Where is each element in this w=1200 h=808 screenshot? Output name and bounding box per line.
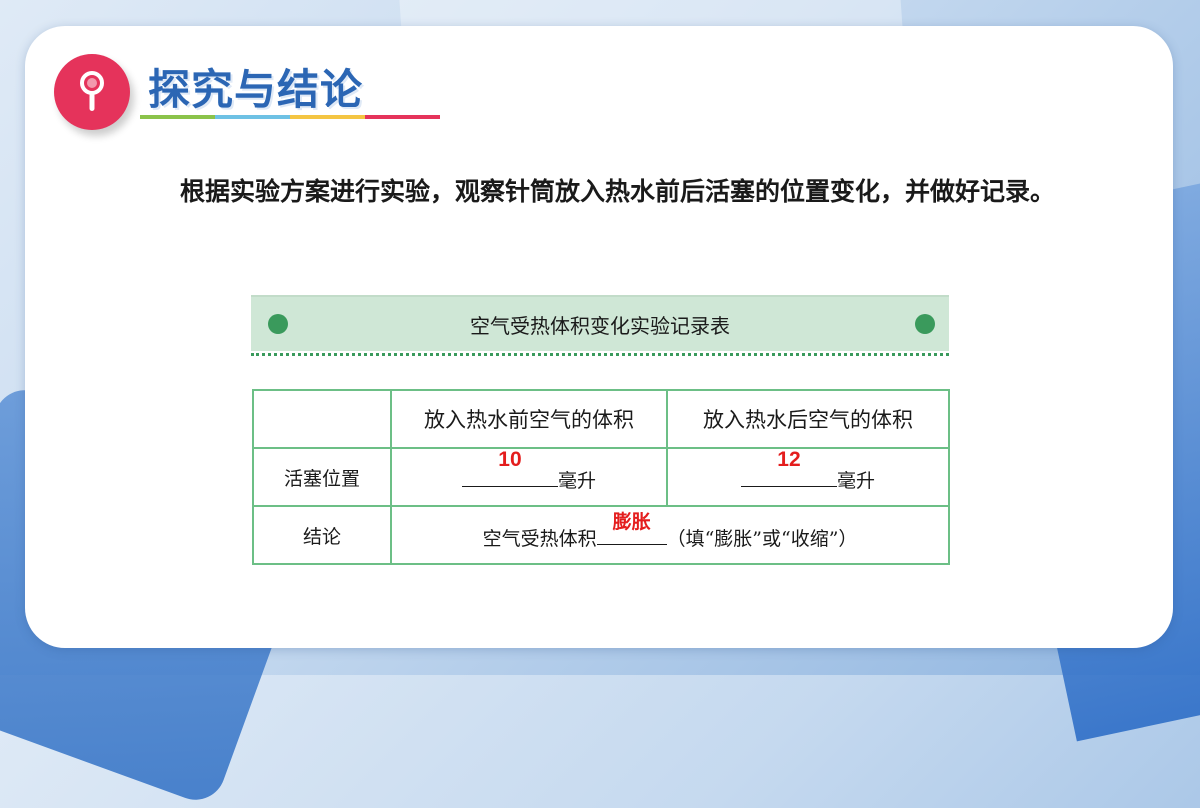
table-row: 活塞位置 10 毫升 12 毫升	[252, 447, 950, 507]
table-row: 结论 空气受热体积 膨胀 （填“膨胀”或“收缩”）	[252, 505, 950, 565]
table-caption-bar: 空气受热体积变化实验记录表	[251, 295, 949, 351]
col-header-after: 放入热水后空气的体积	[666, 389, 950, 449]
col-header-before: 放入热水前空气的体积	[390, 389, 668, 449]
conclusion-hint: （填“膨胀”或“收缩”）	[666, 527, 858, 550]
bullet-dot-icon	[915, 314, 935, 334]
record-table: 放入热水前空气的体积 放入热水后空气的体积 活塞位置 10 毫升 12 毫升 结论 …	[252, 389, 950, 565]
before-value: 10	[498, 447, 522, 471]
instruction-paragraph: 根据实验方案进行实验，观察针筒放入热水前后活塞的位置变化，并做好记录。	[180, 177, 1056, 206]
unit-label: 毫升	[836, 469, 875, 492]
conclusion-prefix: 空气受热体积	[482, 527, 597, 550]
table-row: 放入热水前空气的体积 放入热水后空气的体积	[252, 389, 950, 449]
dotted-divider	[251, 353, 949, 356]
answer-blank: 10	[461, 448, 558, 487]
before-cell: 10 毫升	[390, 447, 668, 507]
page-title: 探究与结论	[148, 65, 364, 114]
row-label-piston: 活塞位置	[252, 447, 392, 507]
after-cell: 12 毫升	[666, 447, 950, 507]
conclusion-answer: 膨胀	[612, 510, 651, 533]
conclusion-cell: 空气受热体积 膨胀 （填“膨胀”或“收缩”）	[390, 505, 950, 565]
table-caption: 空气受热体积变化实验记录表	[470, 314, 730, 338]
after-value: 12	[777, 447, 801, 471]
answer-blank: 膨胀	[596, 511, 667, 545]
magnifier-icon	[54, 54, 130, 130]
table-cell-empty	[252, 389, 392, 449]
row-label-conclusion: 结论	[252, 505, 392, 565]
title-underline	[140, 115, 440, 119]
answer-blank: 12	[740, 448, 837, 487]
unit-label: 毫升	[557, 469, 596, 492]
